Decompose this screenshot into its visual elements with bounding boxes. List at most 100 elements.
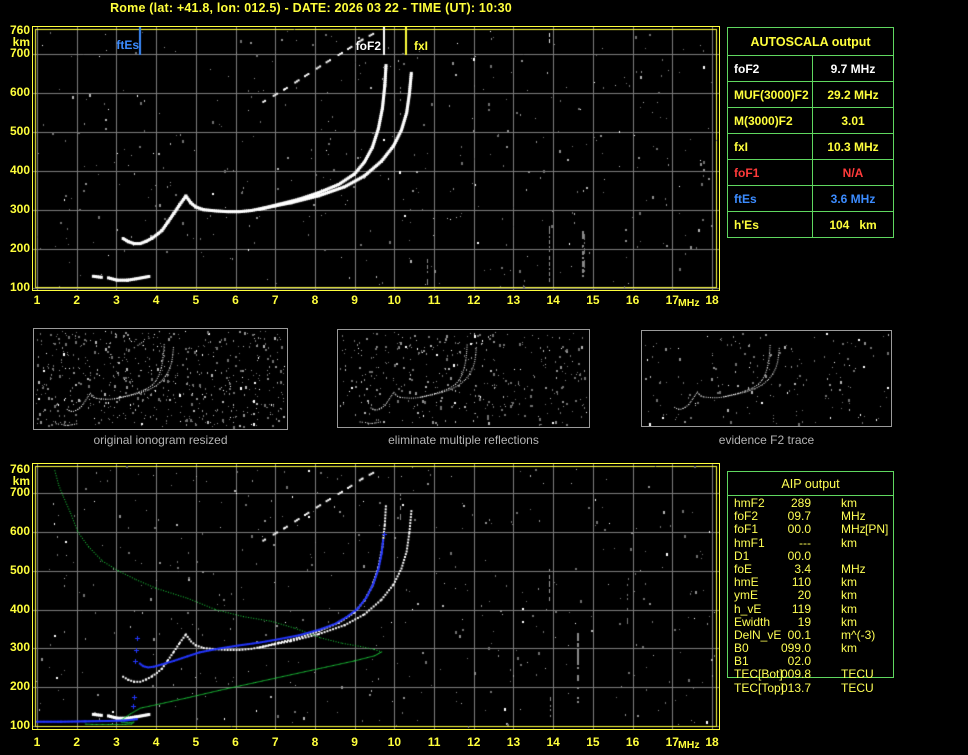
x-tick-label: 11 [427, 735, 441, 749]
x-tick-label: 17 [665, 735, 679, 749]
aip-param-value: 00.0 [787, 522, 811, 537]
autoscala-row-ftEs: ftEs 3.6 MHz [728, 186, 893, 212]
autoscala-param-label: MUF(3000)F2 [728, 82, 813, 107]
aip-param-unit: km [841, 601, 857, 616]
y-tick-label: 300 [9, 202, 30, 217]
x-tick-label: 4 [152, 735, 160, 749]
thumbnail-caption-eliminate: eliminate multiple reflections [388, 433, 539, 447]
top-ionogram-plot: ftEs foF2 fxI [32, 26, 720, 291]
aip-param-extra: [PN] [865, 522, 889, 537]
aip-param-unit: km [841, 614, 857, 629]
x-tick-label: 13 [506, 735, 521, 749]
x-tick-label: 2 [73, 735, 81, 749]
thumbnail-evidence-canvas [642, 331, 891, 426]
aip-param-unit: MHz [841, 522, 866, 537]
aip-param-unit: km [841, 588, 857, 603]
autoscala-row-foF1: foF1 N/A [728, 160, 893, 186]
aip-row-foF1: foF1 00.0 MHz [PN] [727, 523, 894, 536]
y-tick-label: 400 [9, 163, 30, 178]
y-tick-label: 100 [9, 718, 30, 732]
x-tick-label: 9 [351, 293, 358, 307]
aip-row-hmF1: hmF1 --- km [727, 535, 894, 550]
x-tick-label: 16 [625, 293, 640, 307]
aip-param-value: 013.7 [780, 680, 811, 695]
y-axis-unit-label: km [12, 34, 30, 49]
thumbnail-evidence-f2 [641, 330, 892, 427]
aip-row-TEC[Bot]: TEC[Bot] 009.8 TECU [727, 668, 894, 681]
x-tick-label: 12 [467, 735, 481, 749]
aip-param-unit: km [841, 641, 857, 656]
autoscala-param-value: 29.2 MHz [827, 88, 879, 102]
autoscala-param-label: foF1 [728, 160, 813, 185]
x-tick-label: 18 [705, 735, 719, 749]
x-tick-label: 5 [192, 735, 200, 749]
aip-param-value: --- [799, 535, 811, 550]
autoscala-header: AUTOSCALA output [728, 28, 893, 56]
x-tick-label: 3 [113, 293, 120, 307]
bottom-profile-plot [32, 463, 720, 730]
x-tick-label: 9 [351, 735, 358, 749]
y-tick-label: 100 [9, 280, 30, 294]
x-tick-label: 12 [467, 293, 481, 307]
autoscala-param-value: N/A [842, 166, 864, 180]
aip-param-name: D1 [734, 548, 750, 563]
y-tick-label: 500 [9, 124, 30, 139]
x-tick-label: 17 [665, 293, 679, 307]
x-tick-label: 6 [232, 293, 239, 307]
aip-param-unit: TECU [841, 680, 874, 695]
aip-header: AIP output [781, 477, 840, 491]
x-tick-label: 11 [427, 293, 441, 307]
thumbnail-caption-evidence: evidence F2 trace [718, 433, 815, 447]
autoscala-param-value: 9.7 MHz [830, 62, 876, 76]
x-tick-label: 14 [546, 293, 560, 307]
autoscala-row-MUF(3000)F2: MUF(3000)F2 29.2 MHz [728, 82, 893, 108]
marker-label-ftes: ftEs [116, 38, 139, 52]
x-tick-label: 16 [625, 735, 640, 749]
x-tick-label: 15 [586, 293, 600, 307]
autoscala-param-label: M(3000)F2 [728, 108, 813, 133]
y-axis-unit-label: km [12, 473, 30, 488]
aip-row-D1: D1 00.0 [727, 548, 894, 563]
x-tick-label: 7 [271, 293, 279, 307]
y-tick-label: 200 [9, 679, 30, 694]
aip-param-value: 119 [791, 601, 811, 616]
marker-label-fxi: fxI [414, 39, 429, 53]
x-tick-label: 4 [152, 293, 160, 307]
aip-param-value: 19 [797, 614, 811, 629]
autoscala-param-value: 3.6 MHz [830, 192, 876, 206]
thumbnail-caption-original: original ionogram resized [93, 433, 228, 447]
aip-param-name: foF1 [734, 522, 759, 537]
top-ionogram-canvas [33, 27, 719, 290]
thumbnail-original-ionogram [33, 328, 288, 430]
aip-param-value: 20 [797, 588, 811, 603]
thumbnail-eliminate-reflections [337, 329, 590, 428]
aip-rows: hmF2 289 km foF2 09.7 MHz foF1 00.0 MHz [PN] hmF1-… [727, 496, 894, 695]
aip-row-h_vE: h_vE 119 km [727, 601, 894, 616]
x-tick-label: 18 [705, 293, 719, 307]
x-tick-label: 10 [387, 293, 402, 307]
x-tick-label: 1 [33, 293, 41, 307]
autoscala-param-value: 10.3 MHz [827, 140, 879, 154]
aip-param-unit: TECU [841, 667, 874, 682]
y-tick-label: 200 [9, 241, 30, 256]
thumbnail-original-canvas [34, 329, 287, 429]
y-tick-label: 600 [9, 85, 30, 100]
y-tick-label: 400 [9, 601, 30, 616]
marker-label-fof2: foF2 [355, 39, 381, 53]
x-tick-label: 15 [586, 735, 600, 749]
aip-param-value: 00.0 [787, 548, 811, 563]
x-tick-label: 5 [192, 293, 200, 307]
autoscala-param-value: 104 km [829, 218, 877, 232]
x-tick-label: 3 [113, 735, 120, 749]
aip-row-ymE: ymE 20 km [727, 589, 894, 602]
aip-row-Ewidth: Ewidth 19 km [727, 614, 894, 629]
autoscala-param-label: foF2 [728, 56, 813, 81]
y-tick-label: 600 [9, 524, 30, 539]
autoscala-row-foF2: foF2 9.7 MHz [728, 56, 893, 82]
x-tick-label: 8 [311, 735, 319, 749]
page-title: Rome (lat: +41.8, lon: 012.5) - DATE: 20… [110, 1, 512, 15]
autoscala-window: Rome (lat: +41.8, lon: 012.5) - DATE: 20… [0, 0, 968, 755]
x-axis-unit-bottom: MHz [678, 739, 700, 751]
aip-row-TEC[Top]: TEC[Top] 013.7 TECU [727, 680, 894, 695]
autoscala-row-fxI: fxI 10.3 MHz [728, 134, 893, 160]
